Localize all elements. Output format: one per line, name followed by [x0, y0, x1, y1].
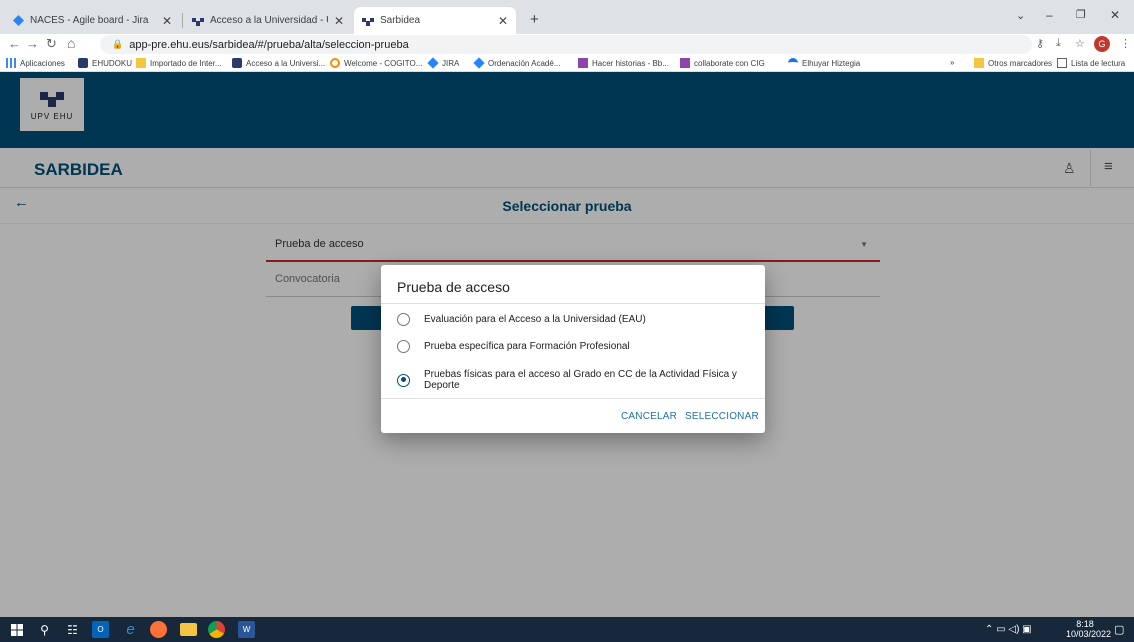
apps-grid-icon [6, 58, 16, 68]
radio-selected-icon[interactable] [397, 373, 410, 387]
blackboard-icon [578, 58, 588, 68]
clock-time: 8:18 [1076, 619, 1094, 629]
lock-icon: 🔒 [112, 39, 124, 49]
option-eau[interactable]: Evaluación para el Acceso a la Universid… [397, 313, 646, 326]
clock[interactable]: 8:18 10/03/2022 [1066, 619, 1112, 639]
reading-list-icon [1057, 58, 1067, 68]
bookmarks-overflow[interactable]: » [950, 58, 954, 67]
install-icon[interactable]: ⤓ [1056, 37, 1061, 50]
minimize-icon[interactable]: – [1046, 8, 1053, 22]
bookmark-jira[interactable]: JIRA [427, 57, 459, 69]
system-tray-icons[interactable]: ⌃ ▭ ◁) ▣ [985, 624, 1032, 635]
prueba-dialog: Prueba de acceso Evaluación para el Acce… [381, 265, 765, 433]
bookmark-lista-lectura[interactable]: Lista de lectura [1057, 58, 1125, 68]
back-arrow-icon[interactable]: ← [8, 36, 21, 51]
star-icon[interactable]: ☆ [1075, 37, 1085, 50]
new-tab-button[interactable]: + [530, 11, 539, 28]
bookmark-importado[interactable]: Importado de Inter... [136, 58, 222, 68]
jira-icon [12, 15, 24, 27]
radio-icon[interactable] [397, 313, 410, 326]
tab-jira[interactable]: NACES - Agile board - Jira ✕ [4, 7, 180, 34]
browser-tab-strip: NACES - Agile board - Jira ✕ Acceso a la… [0, 0, 1134, 34]
key-icon[interactable]: ⚷ [1036, 37, 1044, 50]
jira-icon [427, 57, 439, 69]
blackboard-icon [680, 58, 690, 68]
close-icon[interactable]: ✕ [162, 14, 172, 28]
outlook-icon[interactable]: O [92, 621, 109, 638]
jira-icon [473, 57, 485, 69]
tab-title: NACES - Agile board - Jira [30, 15, 149, 26]
bookmark-ordenacion[interactable]: Ordenación Acadé... [473, 57, 561, 69]
option-pruebas-fisicas[interactable]: Pruebas físicas para el acceso al Grado … [397, 369, 749, 391]
bookmark-apps[interactable]: Aplicaciones [6, 58, 65, 68]
option-formacion-profesional[interactable]: Prueba específica para Formación Profesi… [397, 340, 630, 353]
upv-icon [232, 58, 242, 68]
windows-taskbar: ⚲ ☷ O e W ⌃ ▭ ◁) ▣ 8:18 10/03/2022 ▢ [0, 617, 1134, 642]
edge-icon[interactable]: e [122, 621, 139, 638]
task-view-icon[interactable]: ☷ [64, 621, 81, 638]
close-icon[interactable]: ✕ [498, 14, 508, 28]
bookmark-ehudoku[interactable]: EHUDOKU [78, 58, 132, 68]
chrome-icon[interactable] [208, 621, 225, 638]
dialog-title: Prueba de acceso [397, 279, 510, 295]
bookmark-historias[interactable]: Hacer historias - Bb... [578, 58, 669, 68]
url-text: app-pre.ehu.eus/sarbidea/#/prueba/alta/s… [129, 38, 409, 51]
forward-arrow-icon[interactable]: → [26, 36, 39, 51]
bookmark-acceso[interactable]: Acceso a la Universi... [232, 58, 325, 68]
tab-title: Sarbidea [380, 15, 421, 26]
folder-icon [974, 58, 984, 68]
upv-icon [362, 15, 374, 27]
select-button[interactable]: SELECCIONAR [685, 411, 759, 422]
profile-avatar[interactable]: G [1094, 36, 1110, 52]
upv-icon [192, 15, 204, 27]
bookmark-otros[interactable]: Otros marcadores [974, 58, 1052, 68]
firefox-icon[interactable] [150, 621, 167, 638]
upv-icon [78, 58, 88, 68]
elhuyar-icon [788, 58, 798, 68]
file-explorer-icon[interactable] [180, 623, 197, 636]
bookmarks-bar: Aplicaciones EHUDOKU Importado de Inter.… [0, 55, 1134, 72]
bookmark-elhuyar[interactable]: Elhuyar Hiztegia [788, 58, 860, 68]
menu-kebab-icon[interactable]: ⋮ [1120, 37, 1131, 50]
reload-icon[interactable]: ↻ [46, 36, 57, 52]
tab-search-icon[interactable]: ⌄ [1016, 9, 1025, 22]
clock-date: 10/03/2022 [1066, 629, 1112, 639]
restore-icon[interactable]: ❐ [1076, 8, 1086, 21]
tab-sarbidea[interactable]: Sarbidea ✕ [354, 7, 516, 34]
windows-start-icon[interactable] [8, 621, 25, 638]
bookmark-cogito[interactable]: Welcome - COGITO... [330, 58, 422, 68]
radio-icon[interactable] [397, 340, 410, 353]
tab-title: Acceso a la Universidad - UPV/EHU [210, 15, 328, 26]
folder-icon [136, 58, 146, 68]
search-icon[interactable]: ⚲ [36, 621, 53, 638]
bookmark-collaborate[interactable]: collaborate con CIG [680, 58, 765, 68]
word-icon[interactable]: W [238, 621, 255, 638]
notifications-icon[interactable]: ▢ [1114, 623, 1124, 636]
tab-acceso-universidad[interactable]: Acceso a la Universidad - UPV/EHU ✕ [184, 7, 352, 34]
close-icon[interactable]: ✕ [334, 14, 344, 28]
toolbar: ← → ↻ ⌂ 🔒 app-pre.ehu.eus/sarbidea/#/pru… [0, 34, 1134, 55]
address-bar[interactable]: 🔒 app-pre.ehu.eus/sarbidea/#/prueba/alta… [100, 35, 1032, 54]
window-close-icon[interactable]: ✕ [1110, 8, 1120, 22]
home-icon[interactable]: ⌂ [67, 35, 75, 51]
cogito-icon [330, 58, 340, 68]
cancel-button[interactable]: CANCELAR [621, 411, 677, 422]
